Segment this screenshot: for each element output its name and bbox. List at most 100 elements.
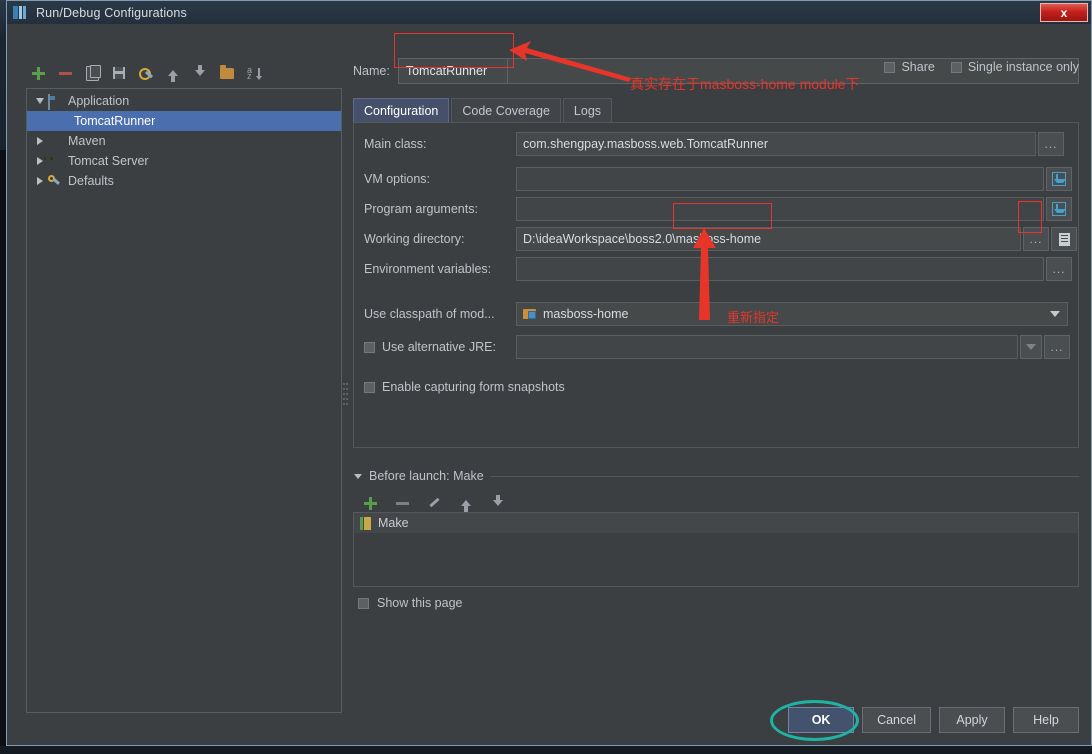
alternative-jre-checkbox-item[interactable]: Use alternative JRE: <box>364 340 516 354</box>
use-classpath-combobox[interactable]: masboss-home <box>516 302 1068 326</box>
environment-variables-input[interactable] <box>516 257 1044 281</box>
chevron-down-icon[interactable] <box>1050 311 1060 317</box>
working-directory-prefix: D:\ideaWorkspace\boss2.0\ <box>523 232 676 246</box>
copy-button[interactable] <box>80 62 104 84</box>
vm-options-label: VM options: <box>364 172 431 186</box>
tab-code-coverage[interactable]: Code Coverage <box>451 98 561 122</box>
expand-editor-icon <box>1052 172 1066 186</box>
share-checkbox[interactable] <box>884 61 896 73</box>
move-task-down-button[interactable] <box>486 492 510 514</box>
remove-task-button[interactable] <box>390 492 414 514</box>
arrow-up-icon <box>168 70 178 82</box>
tree-item-label: Defaults <box>68 174 114 188</box>
tree-item-defaults[interactable]: Defaults <box>27 171 341 191</box>
chevron-right-icon[interactable] <box>33 134 47 148</box>
chevron-down-icon[interactable] <box>353 469 363 483</box>
form-snapshots-checkbox[interactable] <box>364 381 375 393</box>
help-button[interactable]: Help <box>1013 707 1079 733</box>
task-label: Make <box>378 516 409 530</box>
save-icon <box>113 67 125 79</box>
environment-variables-browse-button[interactable]: ... <box>1046 257 1072 281</box>
alternative-jre-row: Use alternative JRE: ... <box>364 334 1070 360</box>
working-directory-label: Working directory: <box>364 232 465 246</box>
tree-item-label: Application <box>68 94 130 108</box>
ok-button[interactable]: OK <box>788 707 855 733</box>
working-directory-macro-button[interactable] <box>1051 227 1077 251</box>
alternative-jre-dropdown-button[interactable] <box>1020 335 1042 359</box>
folder-icon <box>220 64 234 79</box>
edit-task-button[interactable] <box>422 492 446 514</box>
dialog-footer: OK Cancel Apply Help <box>788 707 1079 733</box>
show-this-page-checkbox[interactable] <box>358 597 369 609</box>
separator-line <box>489 475 1079 477</box>
insert-macro-icon <box>1058 232 1070 246</box>
configurations-tree[interactable]: Application TomcatRunner Maven Tomcat Se… <box>26 88 342 713</box>
program-arguments-expand-button[interactable] <box>1046 197 1072 221</box>
tree-item-maven[interactable]: Maven <box>27 131 341 151</box>
move-down-button[interactable] <box>188 62 212 84</box>
name-input[interactable]: TomcatRunner <box>397 58 508 84</box>
edit-defaults-button[interactable] <box>134 62 158 84</box>
move-task-up-button[interactable] <box>454 492 478 514</box>
chevron-right-icon[interactable] <box>33 174 47 188</box>
tree-item-tomcat-server[interactable]: Tomcat Server <box>27 151 341 171</box>
working-directory-module: masboss-home <box>675 232 762 246</box>
alternative-jre-input[interactable] <box>516 335 1018 359</box>
use-classpath-row: Use classpath of mod... masboss-home <box>364 301 1068 327</box>
before-launch-task-list[interactable]: Make <box>353 512 1079 587</box>
chevron-down-icon[interactable] <box>33 94 47 108</box>
minus-icon <box>395 501 409 505</box>
vm-options-expand-button[interactable] <box>1046 167 1072 191</box>
window-title: Run/Debug Configurations <box>36 5 187 20</box>
form-snapshots-label: Enable capturing form snapshots <box>382 380 565 394</box>
form-snapshots-checkbox-item[interactable]: Enable capturing form snapshots <box>364 380 565 394</box>
run-config-icon <box>54 114 70 128</box>
apply-button[interactable]: Apply <box>939 707 1005 733</box>
tab-logs[interactable]: Logs <box>562 98 613 122</box>
cancel-button[interactable]: Cancel <box>862 707 931 733</box>
save-button[interactable] <box>107 62 131 84</box>
wrench-icon <box>139 67 153 80</box>
show-this-page-label: Show this page <box>377 596 463 610</box>
alternative-jre-checkbox[interactable] <box>364 341 375 353</box>
add-task-button[interactable] <box>358 492 382 514</box>
main-class-browse-button[interactable]: ... <box>1038 132 1064 156</box>
program-arguments-input[interactable] <box>516 197 1044 221</box>
close-button[interactable]: x <box>1040 3 1088 22</box>
list-item[interactable]: Make <box>354 513 1078 533</box>
remove-button[interactable] <box>53 62 77 84</box>
single-instance-checkbox-item[interactable]: Single instance only <box>950 60 1079 74</box>
add-button[interactable] <box>26 62 50 84</box>
alternative-jre-label: Use alternative JRE: <box>382 340 496 354</box>
sort-alpha-icon: az <box>247 65 262 80</box>
single-instance-label: Single instance only <box>967 60 1079 74</box>
chevron-down-icon <box>1026 344 1036 350</box>
ellipsis-icon: ... <box>1050 340 1064 354</box>
move-up-button[interactable] <box>161 62 185 84</box>
tree-item-application[interactable]: Application <box>27 91 341 111</box>
arrow-up-icon <box>461 500 471 512</box>
dialog-content: az Application TomcatRunner Maven Tomcat… <box>8 24 1091 745</box>
working-directory-input[interactable]: D:\ideaWorkspace\boss2.0\ masboss-home <box>516 227 1021 251</box>
ellipsis-icon: ... <box>1029 232 1043 246</box>
program-arguments-label: Program arguments: <box>364 202 478 216</box>
panel-splitter-handle[interactable] <box>342 379 350 409</box>
sort-button[interactable]: az <box>242 62 266 84</box>
main-class-row: Main class: com.shengpay.masboss.web.Tom… <box>364 131 1064 157</box>
plus-icon <box>363 496 377 510</box>
single-instance-checkbox[interactable] <box>950 61 962 73</box>
tree-item-tomcatrunner[interactable]: TomcatRunner <box>27 111 341 131</box>
name-row-container: Name: TomcatRunner Share Single instance… <box>353 56 1079 86</box>
environment-variables-label: Environment variables: <box>364 262 492 276</box>
working-directory-browse-button[interactable]: ... <box>1023 227 1049 251</box>
show-this-page-item[interactable]: Show this page <box>358 596 462 610</box>
alternative-jre-browse-button[interactable]: ... <box>1044 335 1070 359</box>
tab-configuration[interactable]: Configuration <box>353 98 450 122</box>
use-classpath-label: Use classpath of mod... <box>364 307 495 321</box>
use-classpath-value: masboss-home <box>543 307 629 321</box>
folder-button[interactable] <box>215 62 239 84</box>
run-debug-configurations-dialog: Run/Debug Configurations x az Applicatio… <box>6 0 1092 746</box>
main-class-input[interactable]: com.shengpay.masboss.web.TomcatRunner <box>516 132 1036 156</box>
share-checkbox-item[interactable]: Share <box>884 60 935 74</box>
vm-options-input[interactable] <box>516 167 1044 191</box>
